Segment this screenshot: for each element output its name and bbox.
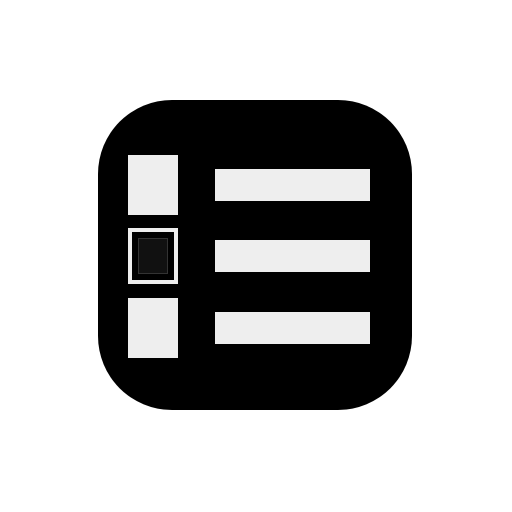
line-bar-icon [215,169,370,201]
line-bar-icon [215,240,370,272]
list-view-icon[interactable] [98,100,412,410]
checkbox-fill [138,238,168,274]
selected-checkbox-icon [128,228,178,284]
canvas [0,0,512,512]
list-row [98,226,412,286]
row-marker-icon [128,298,178,358]
list-row [98,155,412,215]
line-bar-icon [215,312,370,344]
row-marker-icon [128,155,178,215]
list-row [98,298,412,358]
